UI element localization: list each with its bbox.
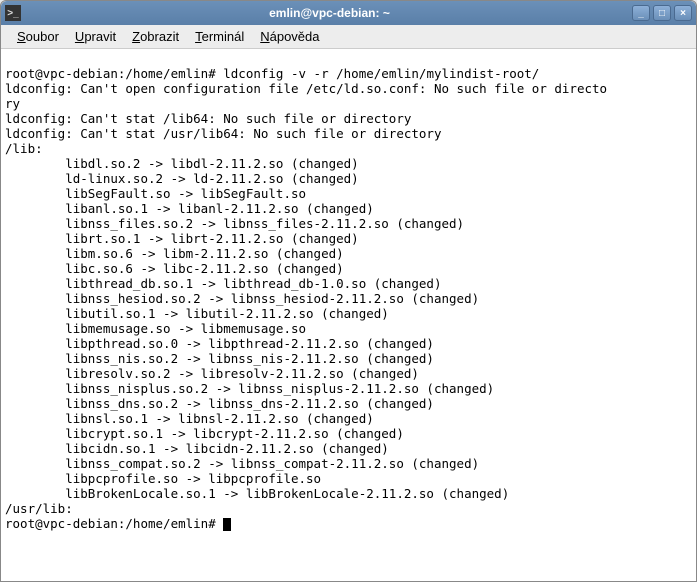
output-line: ld-linux.so.2 -> ld-2.11.2.so (changed)	[5, 171, 359, 186]
command: ldconfig -v -r /home/emlin/mylindist-roo…	[223, 66, 539, 81]
window-title: emlin@vpc-debian: ~	[27, 6, 632, 20]
output-line: libnss_nis.so.2 -> libnss_nis-2.11.2.so …	[5, 351, 434, 366]
output-line: libnss_files.so.2 -> libnss_files-2.11.2…	[5, 216, 464, 231]
output-line: libthread_db.so.1 -> libthread_db-1.0.so…	[5, 276, 442, 291]
output-line: librt.so.1 -> librt-2.11.2.so (changed)	[5, 231, 359, 246]
close-button[interactable]: ×	[674, 5, 692, 21]
output-line: libnss_nisplus.so.2 -> libnss_nisplus-2.…	[5, 381, 494, 396]
prompt-line: root@vpc-debian:/home/emlin# ldconfig -v…	[5, 66, 539, 81]
output-line: libresolv.so.2 -> libresolv-2.11.2.so (c…	[5, 366, 419, 381]
menu-soubor[interactable]: Soubor	[9, 27, 67, 46]
output-line: ldconfig: Can't stat /lib64: No such fil…	[5, 111, 411, 126]
menu-napoveda[interactable]: Nápověda	[252, 27, 327, 46]
output-line: libpcprofile.so -> libpcprofile.so	[5, 471, 321, 486]
terminal-area[interactable]: root@vpc-debian:/home/emlin# ldconfig -v…	[1, 49, 696, 581]
prompt: root@vpc-debian:/home/emlin#	[5, 66, 223, 81]
output-line: libnsl.so.1 -> libnsl-2.11.2.so (changed…	[5, 411, 374, 426]
output-line: libnss_dns.so.2 -> libnss_dns-2.11.2.so …	[5, 396, 434, 411]
app-icon: >_	[5, 5, 21, 21]
output-line: libcrypt.so.1 -> libcrypt-2.11.2.so (cha…	[5, 426, 404, 441]
titlebar[interactable]: >_ emlin@vpc-debian: ~ _ □ ×	[1, 1, 696, 25]
output-line: libdl.so.2 -> libdl-2.11.2.so (changed)	[5, 156, 359, 171]
prompt: root@vpc-debian:/home/emlin#	[5, 516, 223, 531]
output-line: libnss_hesiod.so.2 -> libnss_hesiod-2.11…	[5, 291, 479, 306]
output-line: ry	[5, 96, 20, 111]
output-line: libc.so.6 -> libc-2.11.2.so (changed)	[5, 261, 344, 276]
cursor-icon	[223, 518, 231, 531]
menubar: Soubor Upravit Zobrazit Terminál Nápověd…	[1, 25, 696, 49]
menu-zobrazit[interactable]: Zobrazit	[124, 27, 187, 46]
menu-upravit[interactable]: Upravit	[67, 27, 124, 46]
output-line: ldconfig: Can't open configuration file …	[5, 81, 607, 96]
maximize-button[interactable]: □	[653, 5, 671, 21]
window-controls: _ □ ×	[632, 5, 692, 21]
output-line: libSegFault.so -> libSegFault.so	[5, 186, 306, 201]
output-line: libanl.so.1 -> libanl-2.11.2.so (changed…	[5, 201, 374, 216]
minimize-button[interactable]: _	[632, 5, 650, 21]
output-line: libm.so.6 -> libm-2.11.2.so (changed)	[5, 246, 344, 261]
output-line: libmemusage.so -> libmemusage.so	[5, 321, 306, 336]
prompt-line: root@vpc-debian:/home/emlin#	[5, 516, 231, 531]
output-line: libcidn.so.1 -> libcidn-2.11.2.so (chang…	[5, 441, 389, 456]
output-line: /lib:	[5, 141, 43, 156]
output-line: libBrokenLocale.so.1 -> libBrokenLocale-…	[5, 486, 509, 501]
menu-terminal[interactable]: Terminál	[187, 27, 252, 46]
output-line: libnss_compat.so.2 -> libnss_compat-2.11…	[5, 456, 479, 471]
terminal-window: >_ emlin@vpc-debian: ~ _ □ × Soubor Upra…	[0, 0, 697, 582]
output-line: /usr/lib:	[5, 501, 73, 516]
output-line: libutil.so.1 -> libutil-2.11.2.so (chang…	[5, 306, 389, 321]
output-line: ldconfig: Can't stat /usr/lib64: No such…	[5, 126, 442, 141]
output-line: libpthread.so.0 -> libpthread-2.11.2.so …	[5, 336, 434, 351]
